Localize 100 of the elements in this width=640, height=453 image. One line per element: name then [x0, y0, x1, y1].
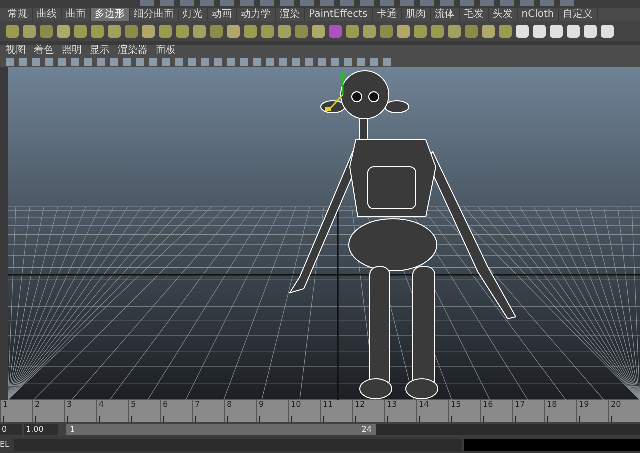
frame-number: 4 [99, 400, 104, 409]
toolbar-icon[interactable] [220, 0, 234, 6]
toolbar-icon[interactable] [420, 0, 434, 6]
toolbar-icon[interactable] [520, 0, 534, 6]
shelf-tool-icon[interactable] [57, 24, 70, 38]
toolbar-icon[interactable] [140, 0, 154, 6]
frame-number: 14 [419, 400, 430, 409]
tick-mark [387, 416, 388, 422]
shelf-tool-icon[interactable] [278, 24, 291, 38]
panel-menu-item[interactable]: 照明 [62, 45, 82, 57]
toolbar-icon[interactable] [240, 0, 254, 6]
tick-mark [99, 416, 100, 422]
shelf-tool-icon[interactable] [227, 24, 240, 38]
range-end-label: 24 [362, 424, 372, 434]
shelf-tool-icon[interactable] [261, 24, 274, 38]
tick-mark [451, 416, 452, 422]
range-start-label: 1 [70, 424, 76, 434]
shelf-tool-icon[interactable] [482, 24, 495, 38]
toolbar-icon[interactable] [180, 0, 194, 6]
shelf-tool-icon[interactable] [176, 24, 189, 38]
current-time-field[interactable]: 1.00 [24, 424, 58, 434]
toolbar-icon[interactable] [480, 0, 494, 6]
frame-number: 16 [483, 400, 494, 409]
frame-number: 10 [291, 400, 302, 409]
shelf-tool-icon[interactable] [414, 24, 427, 38]
shelf-tool-icon[interactable] [533, 24, 546, 38]
frame-number: 8 [227, 400, 232, 409]
toolbar-icon[interactable] [340, 0, 354, 6]
axis-gizmo-icon[interactable] [325, 71, 346, 111]
shelf-tool-icon[interactable] [159, 24, 172, 38]
shelf-tool-icon[interactable] [91, 24, 104, 38]
frame-number: 7 [195, 400, 200, 409]
shelf-tool-icon[interactable] [74, 24, 87, 38]
frame-number: 12 [355, 400, 366, 409]
tick-mark [131, 416, 132, 422]
shelf-tool-icon[interactable] [312, 24, 325, 38]
tick-mark [195, 416, 196, 422]
tick-mark [355, 416, 356, 422]
shelf-tool-icon[interactable] [363, 24, 376, 38]
toolbar-icon[interactable] [360, 0, 374, 6]
shelf-tool-icon[interactable] [6, 24, 19, 38]
panel-menu-item[interactable]: 着色 [34, 45, 54, 57]
frame-number: 13 [387, 400, 398, 409]
toolbar-icon[interactable] [320, 0, 334, 6]
frame-number: 2 [35, 400, 40, 409]
tick-mark [291, 416, 292, 422]
toolbar-icon[interactable] [300, 0, 314, 6]
shelf-tool-icon[interactable] [397, 24, 410, 38]
toolbar-icon[interactable] [540, 0, 554, 6]
shelf-tool-icon[interactable] [601, 24, 614, 38]
toolbar-icon[interactable] [500, 0, 514, 6]
panel-menu-item[interactable]: 显示 [90, 45, 110, 57]
tick-mark [323, 416, 324, 422]
frame-number: 9 [259, 400, 264, 409]
tick-mark [3, 416, 4, 422]
tick-mark [259, 416, 260, 422]
toolbar-icon[interactable] [400, 0, 414, 6]
shelf-tool-icon[interactable] [550, 24, 563, 38]
frame-number: 15 [451, 400, 462, 409]
shelf-tool-icon[interactable] [142, 24, 155, 38]
toolbar-icon[interactable] [440, 0, 454, 6]
shelf-tool-icon[interactable] [584, 24, 597, 38]
panel-menu-item[interactable]: 面板 [156, 45, 176, 57]
tick-mark [67, 416, 68, 422]
shelf-tool-icon[interactable] [108, 24, 121, 38]
toolbar-icon[interactable] [260, 0, 274, 6]
tick-mark [227, 416, 228, 422]
shelf-tool-icon[interactable] [448, 24, 461, 38]
shelf-tool-icon[interactable] [244, 24, 257, 38]
range-slider[interactable]: 1 24 [66, 424, 376, 434]
frame-number: 3 [67, 400, 72, 409]
shelf-tool-icon[interactable] [346, 24, 359, 38]
toolbar-icon[interactable] [380, 0, 394, 6]
toolbar-icon[interactable] [560, 0, 574, 6]
shelf-tool-icon[interactable] [516, 24, 529, 38]
command-label: EL [0, 440, 11, 449]
frame-number: 18 [547, 400, 558, 409]
shelf-tab[interactable]: 多边形 [91, 8, 130, 21]
toolbar-icon[interactable] [280, 0, 294, 6]
frame-number: 17 [515, 400, 526, 409]
start-time-field[interactable]: 0 [0, 424, 22, 434]
toolbar-icon[interactable] [460, 0, 474, 6]
panel-menu-item[interactable]: 渲染器 [118, 45, 148, 57]
tick-mark [547, 416, 548, 422]
tick-mark [163, 416, 164, 422]
shelf-tool-icon[interactable] [23, 24, 36, 38]
tick-mark [579, 416, 580, 422]
toolbar-icon[interactable] [200, 0, 214, 6]
toolbar-icon[interactable] [160, 0, 174, 6]
shelf-tool-icon[interactable] [431, 24, 444, 38]
panel-menu-item[interactable]: 视图 [6, 45, 26, 57]
tick-mark [35, 416, 36, 422]
shelf-tool-icon[interactable] [567, 24, 580, 38]
shelf-tool-icon[interactable] [193, 24, 206, 38]
frame-number: 1 [3, 400, 8, 409]
frame-number: 5 [131, 400, 136, 409]
tick-mark [419, 416, 420, 422]
frame-number: 6 [163, 400, 168, 409]
tick-mark [483, 416, 484, 422]
shelf-tool-icon[interactable] [499, 24, 512, 38]
